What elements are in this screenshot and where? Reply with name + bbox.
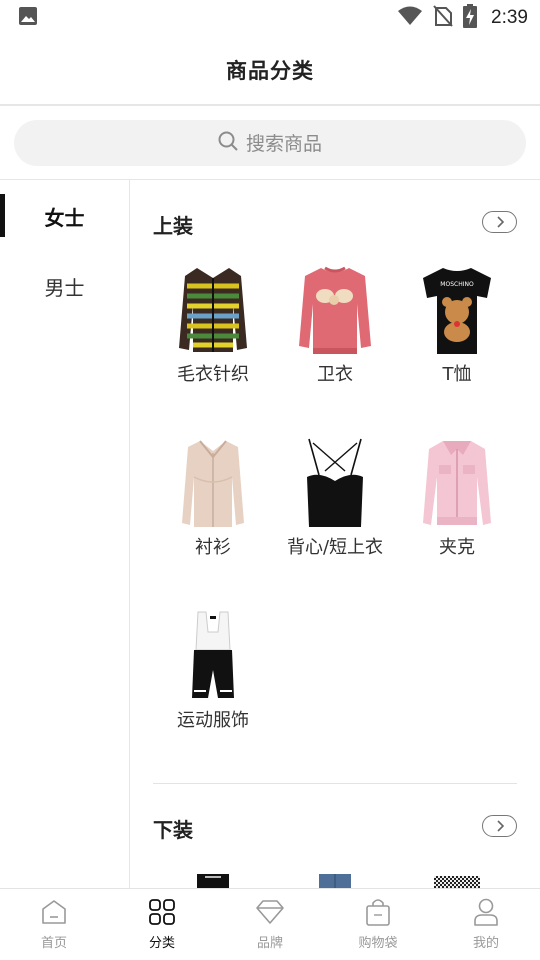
gallery-notification-icon xyxy=(18,6,38,30)
nav-label: 购物袋 xyxy=(358,936,398,951)
section-header: 上装 xyxy=(130,180,540,264)
category-grid: 毛衣针织 卫衣 MOSCHINO T恤 衬衫 背心/短上衣 夹克 运动服饰 xyxy=(152,264,518,783)
section-title: 上装 xyxy=(153,214,193,238)
app-header: 商品分类 xyxy=(0,36,540,106)
home-icon xyxy=(38,896,70,928)
svg-text:MOSCHINO: MOSCHINO xyxy=(440,281,474,288)
nav-item-profile[interactable]: 我的 xyxy=(432,889,540,960)
bottom-navigation: 首页 分类 品牌 购物袋 我的 xyxy=(0,888,540,960)
category-item-label: 夹克 xyxy=(439,537,475,558)
category-item-label: 背心/短上衣 xyxy=(286,537,384,558)
nav-label: 分类 xyxy=(148,936,175,951)
category-item[interactable]: 卫衣 xyxy=(274,264,396,437)
shirt-image xyxy=(168,437,258,529)
category-item-label: T恤 xyxy=(442,364,472,385)
search-input[interactable]: 搜索商品 xyxy=(14,119,526,166)
nav-label: 我的 xyxy=(472,936,499,951)
category-item[interactable]: MOSCHINO T恤 xyxy=(396,264,518,437)
nav-item-brands[interactable]: 品牌 xyxy=(216,889,324,960)
sidebar-item-label: 女士 xyxy=(44,205,85,230)
category-sidebar: 女士 男士 xyxy=(0,180,130,888)
nav-label: 品牌 xyxy=(256,936,283,951)
sidebar-item-men[interactable]: 男士 xyxy=(0,251,129,321)
category-item[interactable] xyxy=(274,868,396,888)
category-item[interactable] xyxy=(396,868,518,888)
search-bar-area: 搜索商品 xyxy=(0,106,540,180)
nav-item-shopping-bag[interactable]: 购物袋 xyxy=(324,889,432,960)
page-title: 商品分类 xyxy=(226,59,314,83)
section-bottoms: 下装 xyxy=(130,784,540,888)
category-item-label: 衬衫 xyxy=(195,537,231,558)
section-header: 下装 xyxy=(130,784,540,868)
nav-label: 首页 xyxy=(40,936,67,951)
category-item[interactable]: 背心/短上衣 xyxy=(274,437,396,610)
sweatshirt-image xyxy=(290,264,380,356)
search-placeholder: 搜索商品 xyxy=(245,133,322,155)
camisole-image xyxy=(290,437,380,529)
sidebar-item-label: 男士 xyxy=(44,275,85,300)
sidebar-item-women[interactable]: 女士 xyxy=(0,181,129,251)
tshirt-image: MOSCHINO xyxy=(412,264,502,356)
cardigan-image xyxy=(168,264,258,356)
category-item-label: 卫衣 xyxy=(317,364,353,385)
status-time: 2:39 xyxy=(491,7,528,28)
status-bar: 2:39 xyxy=(0,0,540,36)
nav-item-home[interactable]: 首页 xyxy=(0,889,108,960)
section-title: 下装 xyxy=(153,818,193,842)
shopping-bag-icon xyxy=(362,896,394,928)
category-item[interactable]: 毛衣针织 xyxy=(152,264,274,437)
category-item[interactable]: 衬衫 xyxy=(152,437,274,610)
category-grid xyxy=(152,868,518,888)
jacket-image xyxy=(412,437,502,529)
diamond-icon xyxy=(254,896,286,928)
category-item-label: 毛衣针织 xyxy=(177,364,249,385)
category-content: 上装 毛衣针织 卫衣 MOSCHINO T恤 衬衫 背心/短上衣 夹克 运动服饰… xyxy=(130,180,540,888)
wifi-icon xyxy=(397,6,423,30)
cycling-suit-image xyxy=(168,610,258,702)
search-icon xyxy=(218,131,238,155)
category-item-label: 运动服饰 xyxy=(177,710,249,731)
section-more-button[interactable] xyxy=(482,211,517,233)
chevron-right-icon xyxy=(495,817,505,836)
category-item[interactable]: 夹克 xyxy=(396,437,518,610)
no-sim-icon xyxy=(433,5,453,31)
tweed-skirt-image xyxy=(412,868,502,888)
section-more-button[interactable] xyxy=(482,815,517,837)
nav-item-category[interactable]: 分类 xyxy=(108,889,216,960)
skirt-image xyxy=(168,868,258,888)
category-item[interactable] xyxy=(152,868,274,888)
chevron-right-icon xyxy=(495,213,505,232)
battery-charging-icon xyxy=(463,4,478,32)
profile-icon xyxy=(470,896,502,928)
section-tops: 上装 毛衣针织 卫衣 MOSCHINO T恤 衬衫 背心/短上衣 夹克 运动服饰 xyxy=(130,180,540,784)
jeans-image xyxy=(290,868,380,888)
category-item[interactable]: 运动服饰 xyxy=(152,610,274,783)
category-icon xyxy=(146,896,178,928)
